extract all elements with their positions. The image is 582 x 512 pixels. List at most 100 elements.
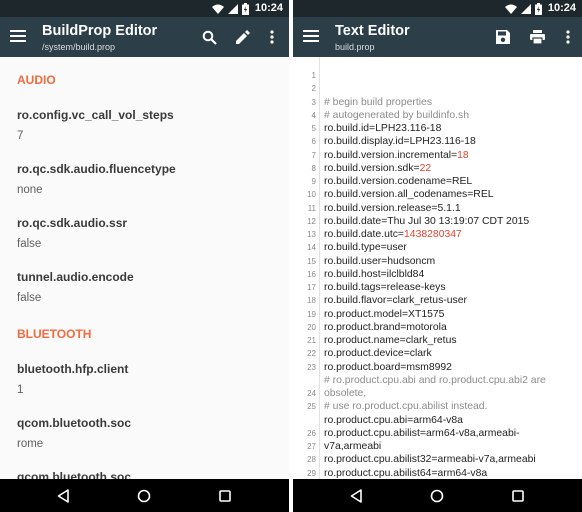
comment-token: # ro.product.cpu.abi and ro.product.cpu.… [324,374,546,386]
text-token: ro.product.name=clark_retus [324,335,457,346]
text-token: ro.build.version.release=5.1.1 [324,202,461,214]
back-icon [57,489,69,503]
home-button[interactable] [135,487,153,505]
line-number: 23 [307,362,316,372]
number-token: 22 [419,162,432,174]
code-line: ro.build.flavor=clark_retus-user [324,294,576,307]
overflow-menu-button[interactable] [558,27,578,47]
recents-icon [512,490,524,502]
section-header-audio: AUDIO [17,73,56,87]
line-number: 13 [307,230,316,239]
code-line: ro.build.date.utc=1438280347 [324,228,576,241]
code-line: ro.product.cpu.abi=arm64-v8a [324,414,576,427]
property-item[interactable]: tunnel.audio.encode false [0,270,289,306]
edit-button[interactable] [232,27,252,47]
back-button[interactable] [347,487,365,505]
property-name: bluetooth.hfp.client [17,362,129,376]
number-token: 18 [457,149,469,161]
save-icon [496,30,510,44]
property-value: false [17,292,42,304]
text-editor-screen: 10:24 Text Editor build.prop 1 2 3 4 5 6 7 8 9 10… [293,0,582,512]
property-name: qcom.bluetooth.soc [17,416,131,430]
line-number: 5 [311,124,316,133]
back-button[interactable] [54,487,72,505]
save-button[interactable] [493,27,513,47]
text-token: ro.build.date=Thu Jul 30 13:19:07 CDT 20… [324,215,530,227]
property-name: qcom.bluetooth.soc [17,470,131,479]
home-button[interactable] [428,487,446,505]
line-number: 15 [307,256,316,266]
more-vert-icon [566,30,570,44]
overflow-menu-button[interactable] [262,27,282,47]
comment-token: # use ro.product.cpu.abilist instead. [324,401,488,413]
text-token: ro.product.cpu.abilist64=arm64-v8a [324,467,488,479]
text-token: ro.build.version.codename=REL [324,176,473,187]
property-list[interactable]: AUDIO ro.config.vc_call_vol_steps 7 ro.q… [0,57,289,479]
code-content[interactable]: # begin build properties # autogenerated … [324,69,576,479]
status-bar: 10:24 [0,0,289,17]
line-number: 11 [307,203,316,213]
line-number: 7 [311,150,316,160]
text-token: v7a,armeabi [324,441,382,452]
text-token: ro.build.user=hudsoncm [324,255,436,267]
text-token: ro.product.cpu.abilist32=armeabi-v7a,arm… [324,454,536,466]
navigation-bar [293,479,582,512]
property-item[interactable]: qcom.bluetooth.soc [0,470,289,479]
code-line: ro.build.version.release=5.1.1 [324,202,576,215]
property-item[interactable]: ro.qc.sdk.audio.ssr false [0,216,289,252]
property-item[interactable]: ro.qc.sdk.audio.fluencetype none [0,162,289,198]
text-token: ro.build.date.utc= [324,229,405,240]
buildprop-editor-screen: 10:24 BuildProp Editor /system/build.pro… [0,0,289,512]
recents-button[interactable] [216,487,234,505]
battery-icon [534,2,542,15]
signal-icon [227,3,238,14]
line-number: 17 [307,283,316,292]
code-line: ro.build.version.all_codenames=REL [324,188,576,201]
code-line: ro.build.user=hudsoncm [324,255,576,268]
menu-button[interactable] [10,29,28,45]
app-bar: Text Editor build.prop [293,17,582,57]
property-value: none [17,184,43,196]
property-name: ro.config.vc_call_vol_steps [17,108,174,122]
comment-token: # begin build properties [324,96,433,108]
property-value: 7 [17,130,24,142]
line-number: 1 [311,71,316,80]
gutter-divider [319,57,320,479]
code-line: ro.build.version.incremental=18 [324,149,576,162]
line-number: 28 [307,455,316,465]
status-clock: 10:24 [254,2,283,14]
code-line: ro.product.device=clark [324,347,576,360]
recents-button[interactable] [509,487,527,505]
code-line: ro.build.version.sdk=22 [324,162,576,175]
home-icon [137,489,151,503]
code-line: ro.product.cpu.abilist32=armeabi-v7a,arm… [324,453,576,466]
property-item[interactable]: ro.config.vc_call_vol_steps 7 [0,108,289,144]
property-name: ro.qc.sdk.audio.fluencetype [17,162,176,176]
hamburger-menu-icon [10,30,26,42]
print-button[interactable] [527,27,547,47]
code-line: ro.build.host=ilclbld84 [324,268,576,281]
line-number: 25 [307,402,316,412]
code-line: # use ro.product.cpu.abilist instead. [324,400,576,413]
text-token: ro.product.device=clark [324,348,432,360]
text-token: ro.build.id=LPH23.116-18 [324,123,442,134]
line-number: 21 [307,336,316,345]
text-token: ro.product.brand=motorola [324,321,447,333]
property-item[interactable]: qcom.bluetooth.soc rome [0,416,289,452]
code-line: ro.product.cpu.abilist64=arm64-v8a [324,467,576,480]
code-line: ro.product.board=msm8992 [324,361,576,374]
menu-button[interactable] [303,29,321,45]
line-number: 12 [307,216,316,226]
text-token: ro.build.version.incremental= [324,149,458,161]
app-title: Text Editor [335,23,410,39]
search-button[interactable] [199,27,219,47]
text-editor-area[interactable]: 1 2 3 4 5 6 7 8 9 10 11 12 13 14 15 16 17 18 19 20 21 22 23 24 2… [293,57,582,479]
property-item[interactable]: bluetooth.hfp.client 1 [0,362,289,398]
line-number: 18 [307,296,316,306]
line-number: 14 [307,243,316,253]
text-token: ro.product.board=msm8992 [324,361,452,373]
line-number: 29 [307,468,316,478]
code-line: ro.product.model=XT1575 [324,308,576,321]
property-value: false [17,238,42,250]
